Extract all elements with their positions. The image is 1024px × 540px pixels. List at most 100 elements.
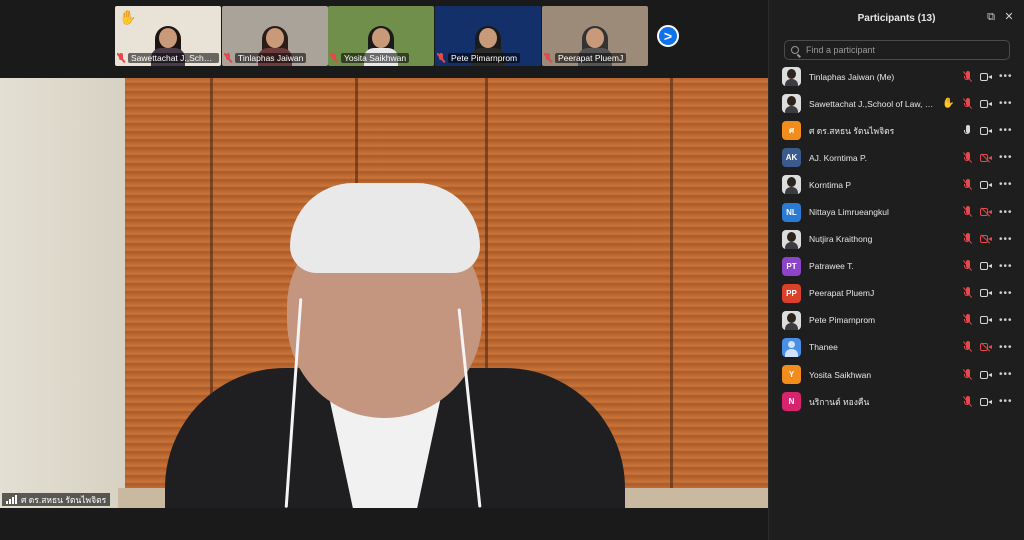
more-options-icon[interactable]: ••• xyxy=(999,396,1013,407)
mic-on-icon[interactable] xyxy=(963,124,973,137)
participant-name: ศ ดร.สหธน รัตนไพจิตร xyxy=(809,125,895,136)
camera-off-icon[interactable] xyxy=(980,343,992,352)
mic-muted-icon[interactable] xyxy=(963,206,973,218)
video-thumbnail[interactable]: Tinlaphas Jaiwan xyxy=(222,6,328,66)
camera-off-icon[interactable] xyxy=(980,235,992,244)
mic-muted-icon[interactable] xyxy=(963,341,973,353)
more-options-icon[interactable]: ••• xyxy=(999,125,1013,136)
mic-muted-icon xyxy=(224,53,232,63)
camera-off-icon[interactable] xyxy=(980,208,992,217)
more-options-icon[interactable]: ••• xyxy=(999,288,1013,299)
search-input[interactable] xyxy=(804,44,998,56)
thumbnail-name: Tinlaphas Jaiwan xyxy=(235,53,307,63)
video-thumbnail-strip: Sawettachat J.,School ... ✋ Tinlaphas Jaiw… xyxy=(0,0,768,78)
participant-row[interactable]: Sawettachat J.,School of Law, Wal... ✋ ••• xyxy=(769,90,1024,117)
participant-row[interactable]: ศ ศ ดร.สหธน รัตนไพจิตร ••• xyxy=(769,117,1024,144)
popout-icon[interactable]: ⧉ xyxy=(985,11,997,23)
video-thumbnail[interactable]: Sawettachat J.,School ... ✋ xyxy=(115,6,221,66)
mic-muted-icon[interactable] xyxy=(963,260,973,272)
participant-avatar: PT xyxy=(782,256,801,276)
participant-avatar: Y xyxy=(782,365,801,385)
panel-header: Participants (13) ⧉ ✕ xyxy=(769,0,1024,36)
thumbnail-name: Yosita Saikhwan xyxy=(341,53,410,63)
thumbnail-label: Yosita Saikhwan xyxy=(330,52,432,64)
thumbnail-label: Pete Pimarnprom xyxy=(437,52,539,64)
participant-row[interactable]: NL Nittaya Limrueangkul ••• xyxy=(769,198,1024,225)
participant-name: Tinlaphas Jaiwan (Me) xyxy=(809,71,895,82)
camera-on-icon[interactable] xyxy=(980,126,992,135)
participant-avatar xyxy=(782,67,801,87)
video-thumbnail[interactable]: Peerapat PluemJ xyxy=(542,6,648,66)
mic-muted-icon[interactable] xyxy=(963,233,973,245)
participant-avatar xyxy=(782,310,801,330)
mic-muted-icon[interactable] xyxy=(963,395,973,408)
participant-name: Korntima P xyxy=(809,179,852,190)
thumbnail-label: Tinlaphas Jaiwan xyxy=(224,52,326,64)
camera-on-icon[interactable] xyxy=(980,99,992,108)
more-options-icon[interactable]: ••• xyxy=(999,369,1013,380)
video-thumbnail[interactable]: Pete Pimarnprom xyxy=(435,6,541,66)
mic-muted-icon[interactable] xyxy=(963,97,973,110)
participant-name: Patrawee T. xyxy=(809,261,854,272)
participant-row[interactable]: Nutjira Kraithong ••• xyxy=(769,226,1024,253)
participant-name: Peerapat PluemJ xyxy=(809,288,875,299)
participant-avatar xyxy=(782,337,801,357)
participant-name: AJ. Korntima P. xyxy=(809,152,867,163)
more-options-icon[interactable]: ••• xyxy=(999,207,1013,218)
participant-avatar xyxy=(782,229,801,249)
participant-avatar: N xyxy=(782,392,801,412)
mic-muted-icon[interactable] xyxy=(963,70,973,83)
participant-row[interactable]: N นริกานต์ ทองคืน ••• xyxy=(769,388,1024,415)
camera-on-icon[interactable] xyxy=(980,370,992,379)
participant-name: Yosita Saikhwan xyxy=(809,369,872,380)
participant-search[interactable] xyxy=(784,40,1010,60)
camera-on-icon[interactable] xyxy=(980,72,992,81)
participant-name: Pete Pimarnprom xyxy=(809,315,876,326)
mic-muted-icon[interactable] xyxy=(963,178,973,191)
more-options-icon[interactable]: ••• xyxy=(999,71,1013,82)
thumbnail-name: Pete Pimarnprom xyxy=(448,53,521,63)
camera-on-icon[interactable] xyxy=(980,289,992,298)
more-options-icon[interactable]: ••• xyxy=(999,98,1013,109)
participant-row[interactable]: Tinlaphas Jaiwan (Me) ••• xyxy=(769,63,1024,90)
camera-on-icon[interactable] xyxy=(980,262,992,271)
active-speaker-video: ศ ดร.สหธน รัตนไพจิตร xyxy=(0,78,768,508)
more-options-icon[interactable]: ••• xyxy=(999,261,1013,272)
mic-muted-icon[interactable] xyxy=(963,368,973,381)
camera-on-icon[interactable] xyxy=(980,180,992,189)
participants-panel: Participants (13) ⧉ ✕ Tinlaphas Jaiwan (… xyxy=(768,0,1024,540)
more-options-icon[interactable]: ••• xyxy=(999,342,1013,353)
participant-avatar: AK xyxy=(782,148,801,168)
more-options-icon[interactable]: ••• xyxy=(999,315,1013,326)
more-options-icon[interactable]: ••• xyxy=(999,179,1013,190)
mic-muted-icon xyxy=(117,53,125,63)
camera-on-icon[interactable] xyxy=(980,316,992,325)
mic-muted-icon[interactable] xyxy=(963,314,973,326)
participant-avatar: PP xyxy=(782,283,801,303)
camera-on-icon[interactable] xyxy=(980,397,992,406)
video-thumbnail[interactable]: Yosita Saikhwan xyxy=(328,6,434,66)
participant-name: Thanee xyxy=(809,342,838,353)
participant-row[interactable]: AK AJ. Korntima P. ••• xyxy=(769,144,1024,171)
connection-signal-icon xyxy=(6,495,17,504)
participant-name: Nutjira Kraithong xyxy=(809,234,873,245)
thumbnail-name: Sawettachat J.,School ... xyxy=(128,53,219,63)
speaker-name-label: ศ ดร.สหธน รัตนไพจิตร xyxy=(2,493,111,506)
next-page-button[interactable]: > xyxy=(657,25,679,47)
more-options-icon[interactable]: ••• xyxy=(999,234,1013,245)
participant-row[interactable]: PP Peerapat PluemJ ••• xyxy=(769,280,1024,307)
close-icon[interactable]: ✕ xyxy=(1003,11,1015,23)
mic-muted-icon[interactable] xyxy=(963,151,973,164)
participant-row[interactable]: Pete Pimarnprom ••• xyxy=(769,307,1024,334)
participant-row[interactable]: PT Patrawee T. ••• xyxy=(769,253,1024,280)
participant-list: Tinlaphas Jaiwan (Me) ••• Sawettachat J.,S… xyxy=(769,63,1024,415)
thumbnail-name: Peerapat PluemJ xyxy=(555,53,627,63)
mic-muted-icon xyxy=(330,53,338,63)
participant-row[interactable]: Korntima P ••• xyxy=(769,171,1024,198)
participant-row[interactable]: Thanee ••• xyxy=(769,334,1024,361)
mic-muted-icon[interactable] xyxy=(963,287,973,299)
camera-off-icon[interactable] xyxy=(980,153,992,162)
more-options-icon[interactable]: ••• xyxy=(999,152,1013,163)
mic-muted-icon xyxy=(437,53,445,63)
participant-row[interactable]: Y Yosita Saikhwan ••• xyxy=(769,361,1024,388)
